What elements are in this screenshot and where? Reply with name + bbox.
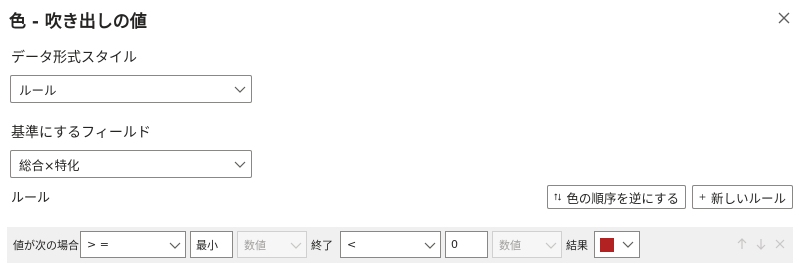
- value1-input[interactable]: 最小: [190, 231, 233, 258]
- operator1-value: > =: [87, 238, 109, 251]
- based-on-field-dropdown[interactable]: 総合×特化: [10, 150, 252, 178]
- chevron-down-icon: [545, 242, 557, 249]
- chevron-down-icon: [234, 86, 246, 93]
- close-button[interactable]: [775, 9, 793, 27]
- chevron-down-icon: [424, 242, 436, 249]
- arrow-up-icon[interactable]: [734, 236, 750, 252]
- value2-text: 0: [451, 238, 458, 251]
- close-icon: [778, 12, 790, 24]
- rule-row: 値が次の場合 > = 最小 数値 終了 < 0 数値 結果: [7, 227, 793, 263]
- arrow-down-icon[interactable]: [753, 236, 769, 252]
- format-style-label: データ形式スタイル: [11, 50, 137, 66]
- value2-input[interactable]: 0: [445, 231, 488, 258]
- chevron-down-icon: [169, 242, 181, 249]
- sort-arrows-icon: [554, 193, 561, 201]
- operator2-value: <: [347, 238, 357, 251]
- format-style-dropdown[interactable]: ルール: [10, 75, 252, 103]
- type1-dropdown[interactable]: 数値: [237, 231, 307, 258]
- delete-icon[interactable]: [772, 236, 788, 252]
- and-label: 終了: [311, 239, 333, 252]
- based-on-field-label: 基準にするフィールド: [11, 125, 151, 141]
- chevron-down-icon: [622, 241, 634, 248]
- reverse-color-order-label: 色の順序を逆にする: [566, 190, 679, 206]
- type2-dropdown[interactable]: 数値: [492, 231, 562, 258]
- rules-label: ルール: [11, 191, 51, 206]
- if-value-label: 値が次の場合: [13, 239, 79, 252]
- new-rule-button[interactable]: 新しいルール: [692, 185, 793, 209]
- type1-value: 数値: [244, 238, 266, 252]
- format-style-value: ルール: [19, 82, 57, 98]
- dialog-title: 色 - 吹き出しの値: [9, 12, 147, 32]
- chevron-down-icon: [290, 242, 302, 249]
- value1-text: 最小: [196, 238, 218, 252]
- reverse-color-order-button[interactable]: 色の順序を逆にする: [547, 185, 686, 209]
- chevron-down-icon: [234, 161, 246, 168]
- plus-icon: [699, 194, 706, 200]
- type2-value: 数値: [499, 238, 521, 252]
- color-picker[interactable]: [594, 231, 640, 258]
- operator2-dropdown[interactable]: <: [340, 231, 441, 258]
- color-swatch: [600, 238, 614, 252]
- then-label: 結果: [566, 239, 588, 252]
- new-rule-label: 新しいルール: [710, 190, 786, 206]
- operator1-dropdown[interactable]: > =: [80, 231, 186, 258]
- based-on-field-value: 総合×特化: [19, 157, 80, 173]
